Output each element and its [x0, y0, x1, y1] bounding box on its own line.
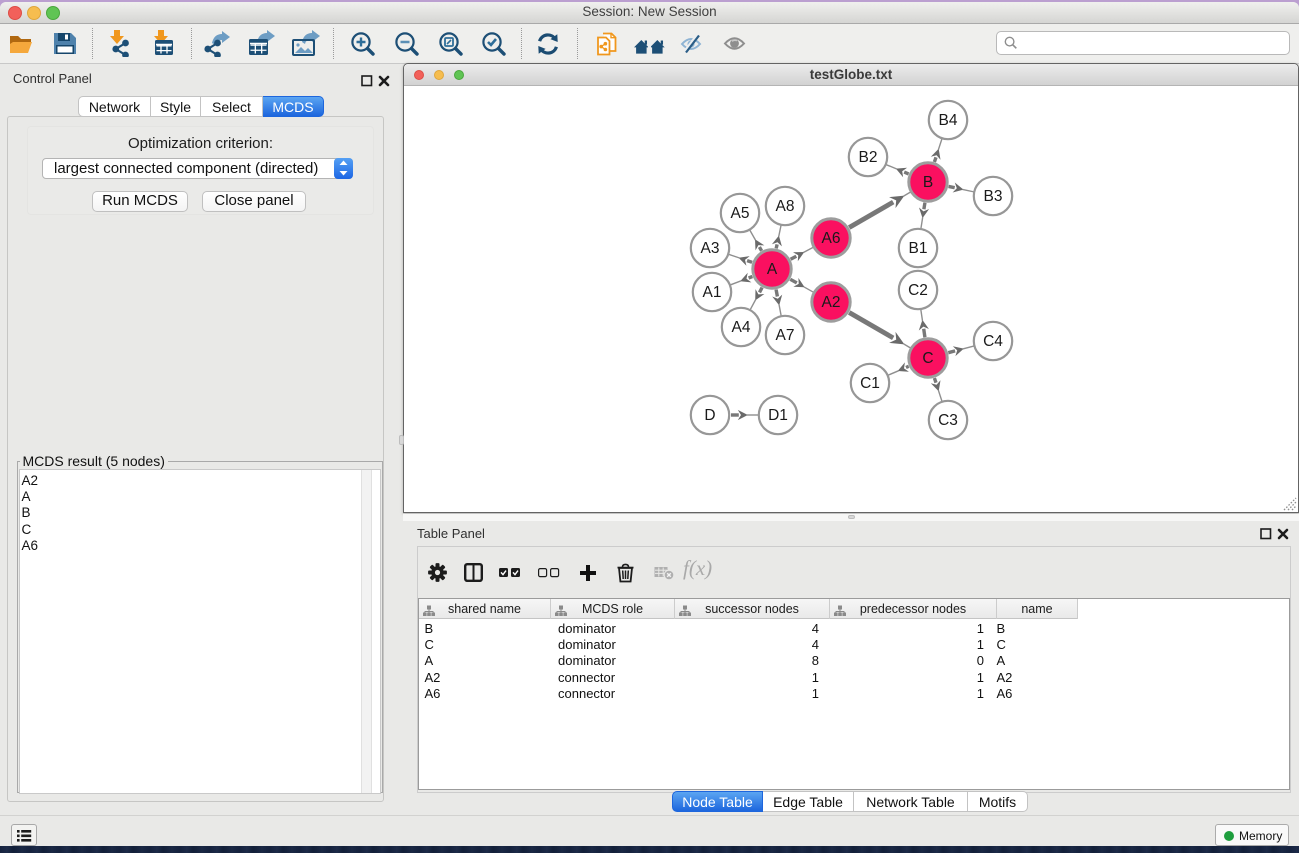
- svg-text:A4: A4: [732, 319, 751, 336]
- svg-text:C: C: [922, 350, 933, 367]
- svg-text:B2: B2: [859, 149, 878, 166]
- svg-text:C2: C2: [908, 282, 928, 299]
- svg-text:B1: B1: [909, 240, 928, 257]
- svg-text:B3: B3: [984, 188, 1003, 205]
- svg-text:C1: C1: [860, 375, 880, 392]
- svg-text:B4: B4: [939, 112, 958, 129]
- svg-text:A8: A8: [776, 198, 795, 215]
- svg-text:B: B: [923, 174, 933, 191]
- svg-text:C3: C3: [938, 412, 958, 429]
- svg-text:D1: D1: [768, 407, 788, 424]
- svg-text:A: A: [767, 261, 778, 278]
- svg-text:C4: C4: [983, 333, 1003, 350]
- svg-text:A7: A7: [776, 327, 795, 344]
- svg-text:A6: A6: [822, 230, 841, 247]
- svg-text:A2: A2: [822, 294, 841, 311]
- svg-text:A3: A3: [701, 240, 720, 257]
- svg-text:A1: A1: [703, 284, 722, 301]
- svg-text:D: D: [704, 407, 715, 424]
- svg-text:A5: A5: [731, 205, 750, 222]
